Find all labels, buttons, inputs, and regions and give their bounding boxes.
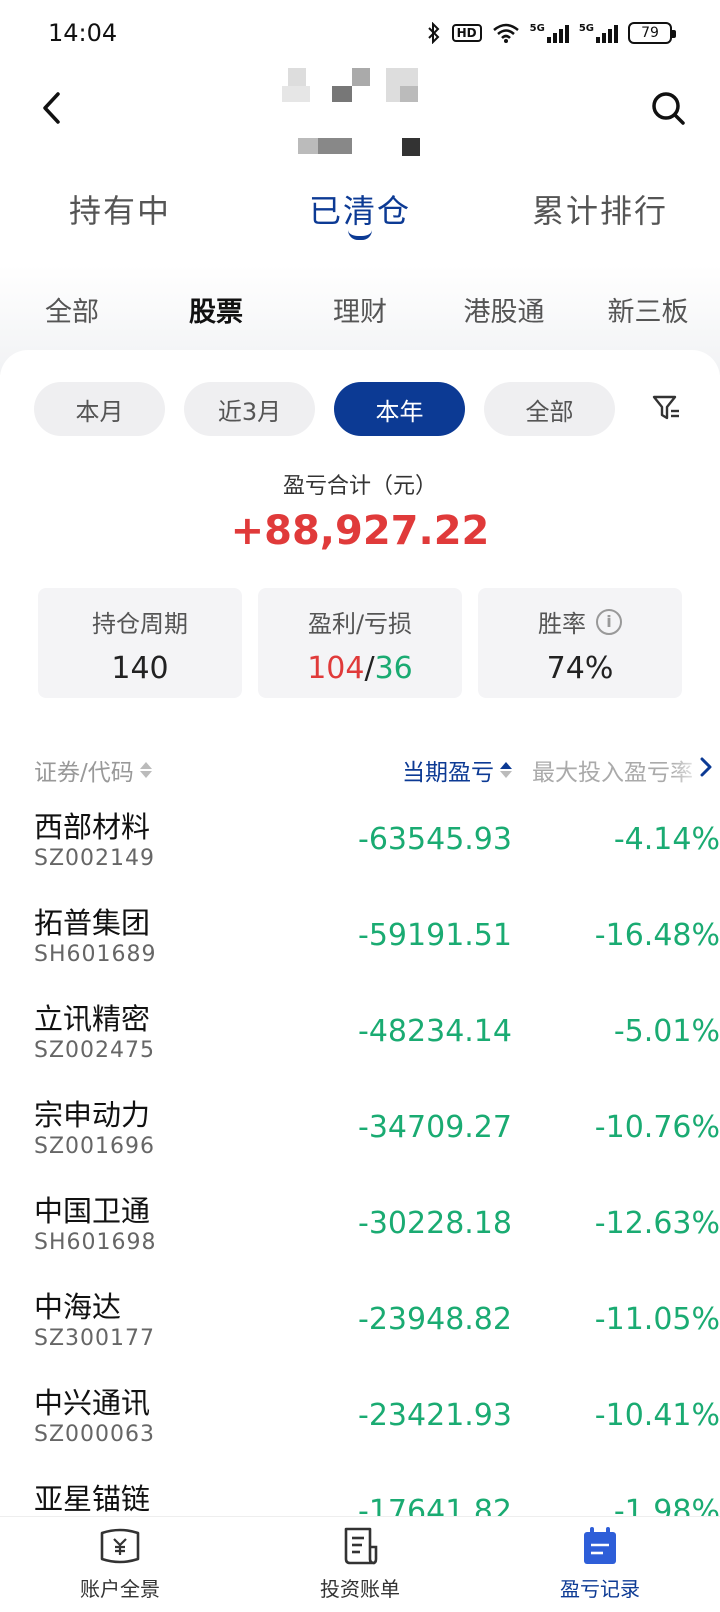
security-code: SZ001696 (34, 1134, 156, 1159)
filter-button[interactable] (648, 390, 684, 426)
security-name: 西部材料 (34, 810, 151, 844)
security-code: SZ000063 (34, 1422, 156, 1447)
active-tab-indicator (348, 230, 372, 240)
period-this-year[interactable]: 本年 (334, 382, 465, 436)
category-tab-all[interactable]: 全部 (0, 290, 144, 329)
network-type-2: 5G (578, 23, 594, 34)
table-row[interactable]: 拓普集团 SH601689 -59191.51 -16.48% (0, 894, 720, 990)
signal-2: 5G (579, 23, 618, 43)
period-pnl: -48234.14 (358, 1014, 512, 1049)
nav-bar (0, 66, 720, 166)
status-icons: HD 5G 5G 79 (426, 22, 676, 44)
max-invest-rate: -5.01% (613, 1014, 720, 1049)
table-row[interactable]: 宗申动力 SZ001696 -34709.27 -10.76% (0, 1086, 720, 1182)
period-filter: 本月 近3月 本年 全部 (34, 382, 714, 436)
period-pnl: -23421.93 (358, 1398, 512, 1433)
wallet-icon (100, 1528, 140, 1564)
search-button[interactable] (646, 86, 690, 130)
max-invest-rate: -11.05% (594, 1302, 720, 1337)
security-code: SZ300177 (34, 1326, 156, 1351)
security-code: SH601689 (34, 942, 157, 967)
security-code: SZ002149 (34, 846, 156, 871)
table-row[interactable]: 中国卫通 SH601698 -30228.18 -12.63% (0, 1182, 720, 1278)
nav-investment-bill[interactable]: 投资账单 (240, 1517, 480, 1612)
status-bar: 14:04 HD 5G 5G 79 (0, 0, 720, 66)
table-row[interactable]: 中兴通讯 SZ000063 -23421.93 -10.41% (0, 1374, 720, 1470)
period-this-month[interactable]: 本月 (34, 382, 165, 436)
max-invest-rate: -12.63% (594, 1206, 720, 1241)
category-tab-hk-connect[interactable]: 港股通 (432, 290, 576, 329)
period-3-months[interactable]: 近3月 (184, 382, 315, 436)
security-name: 中海达 (34, 1290, 122, 1324)
category-tab-stocks[interactable]: 股票 (144, 290, 288, 329)
max-invest-rate: -10.41% (594, 1398, 720, 1433)
tab-holding[interactable]: 持有中 (0, 170, 240, 250)
bottom-nav: 账户全景 投资账单 盈亏记录 (0, 1516, 720, 1612)
chevron-left-icon (43, 92, 60, 124)
battery-indicator: 79 (628, 22, 676, 44)
bluetooth-icon (427, 22, 440, 44)
search-icon (652, 92, 685, 125)
category-tab-neeq[interactable]: 新三板 (576, 290, 720, 329)
security-code: SZ002475 (34, 1038, 156, 1063)
calendar-icon (584, 1527, 616, 1564)
category-tabs: 全部 股票 理财 港股通 新三板 (0, 265, 720, 353)
table-row[interactable]: 西部材料 SZ002149 -63545.93 -4.14% (0, 798, 720, 894)
security-name: 宗申动力 (34, 1098, 151, 1132)
filter-icon (652, 395, 679, 420)
nav-pnl-record-label: 盈亏记录 (560, 1577, 640, 1601)
security-code: SH601698 (34, 1230, 157, 1255)
main-tabs: 持有中 已清仓 累计排行 (0, 170, 720, 250)
period-pnl: -63545.93 (358, 822, 512, 857)
period-all[interactable]: 全部 (484, 382, 615, 436)
table-row[interactable]: 中海达 SZ300177 -23948.82 -11.05% (0, 1278, 720, 1374)
hd-badge: HD (451, 24, 482, 42)
tab-ranking[interactable]: 累计排行 (480, 170, 720, 250)
bill-icon (344, 1527, 378, 1565)
period-pnl: -59191.51 (358, 918, 512, 953)
signal-bars-icon (546, 23, 569, 43)
category-tab-wealth[interactable]: 理财 (288, 290, 432, 329)
nav-pnl-record[interactable]: 盈亏记录 (480, 1517, 720, 1612)
security-name: 中兴通讯 (34, 1386, 151, 1420)
tab-cleared-label: 已清仓 (308, 192, 411, 230)
network-type-1: 5G (529, 23, 545, 34)
position-list: 西部材料 SZ002149 -63545.93 -4.14% 拓普集团 SH60… (0, 448, 720, 1566)
nav-account-overview[interactable]: 账户全景 (0, 1517, 240, 1612)
security-name: 立讯精密 (34, 1002, 151, 1036)
security-name: 亚星锚链 (34, 1482, 151, 1516)
max-invest-rate: -10.76% (594, 1110, 720, 1145)
tab-cleared[interactable]: 已清仓 (240, 170, 480, 250)
period-pnl: -34709.27 (358, 1110, 512, 1145)
back-button[interactable] (30, 86, 74, 130)
security-name: 拓普集团 (34, 906, 151, 940)
security-name: 中国卫通 (34, 1194, 151, 1228)
period-pnl: -23948.82 (358, 1302, 512, 1337)
signal-1: 5G (530, 23, 569, 43)
period-pnl: -30228.18 (358, 1206, 512, 1241)
status-time: 14:04 (48, 19, 118, 47)
nav-account-overview-label: 账户全景 (80, 1577, 160, 1601)
wifi-icon (492, 23, 519, 43)
max-invest-rate: -16.48% (594, 918, 720, 953)
max-invest-rate: -4.14% (613, 822, 720, 857)
signal-bars-icon (596, 23, 618, 43)
table-row[interactable]: 立讯精密 SZ002475 -48234.14 -5.01% (0, 990, 720, 1086)
account-name-redacted (282, 68, 436, 164)
nav-investment-bill-label: 投资账单 (320, 1577, 400, 1601)
